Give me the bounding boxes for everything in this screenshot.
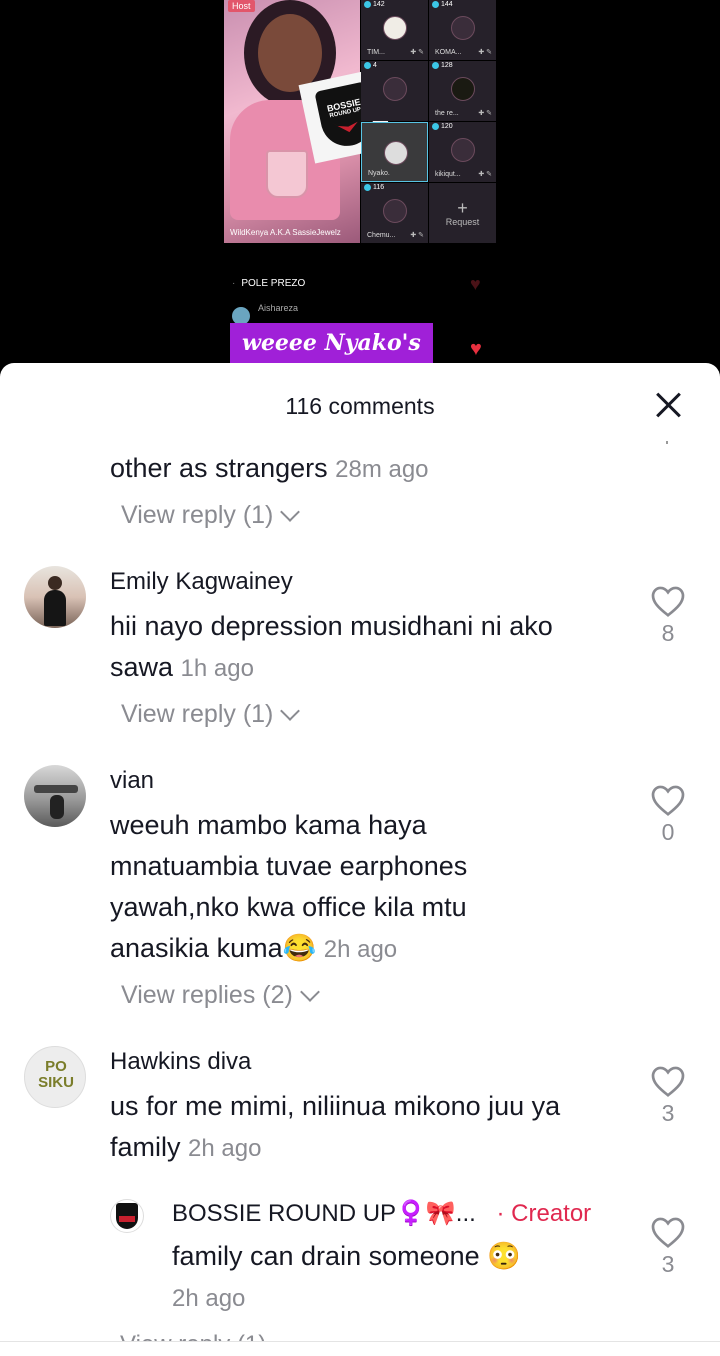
comment-time: 2h ago — [323, 936, 398, 963]
chevron-down-icon — [280, 700, 301, 721]
host-image-figure — [258, 14, 322, 92]
reply-username[interactable]: BOSSIE ROUND UP♀️🎀... · Creator — [172, 1199, 591, 1228]
comment-username[interactable]: vian — [110, 767, 154, 795]
viewer-dot-icon — [364, 62, 371, 69]
heart-outline-icon — [651, 1066, 685, 1097]
like-button[interactable]: 8 — [643, 584, 693, 647]
guest-label: KOMA... — [435, 49, 462, 56]
guest-tile-4[interactable]: 128 the re... ✚ ✎ — [429, 61, 496, 121]
like-count: 8 — [661, 620, 675, 646]
like-button[interactable]: 3 — [643, 1064, 693, 1127]
view-replies-button[interactable]: View reply (1) — [121, 501, 301, 530]
mic-icon: ✚ ✎ — [478, 49, 492, 56]
shield-icon — [116, 1203, 138, 1229]
heart-outline-icon — [651, 785, 685, 816]
guest-tile-7[interactable]: 116 Chemu... ✚ ✎ — [361, 183, 428, 243]
close-icon[interactable] — [654, 391, 682, 419]
viewer-dot-icon — [432, 1, 439, 8]
reply-time: 2h ago — [172, 1285, 246, 1312]
viewer-count: 120 — [432, 123, 453, 130]
comment-time: 28m ago — [335, 456, 429, 483]
avatar[interactable]: PO SIKU — [24, 1046, 86, 1108]
mic-icon: ✚ ✎ — [478, 110, 492, 117]
view-replies-button[interactable]: View replies (2) — [121, 981, 320, 1010]
input-divider — [0, 1341, 720, 1342]
viewer-count: 128 — [432, 62, 453, 69]
avatar[interactable] — [24, 765, 86, 827]
creator-avatar[interactable] — [110, 1199, 144, 1233]
creator-badge: · Creator — [496, 1200, 592, 1227]
host-badge: Host — [228, 0, 255, 12]
guest-label: the re... — [435, 110, 459, 117]
comment-time: 2h ago — [188, 1135, 262, 1162]
guest-tile-3[interactable]: 4 — [361, 61, 428, 121]
mic-icon: ✚ ✎ — [410, 232, 424, 239]
guest-avatar — [384, 141, 408, 165]
comment-text: weeuh mambo kama haya mnatuambia tuvae e… — [110, 810, 468, 963]
view-replies-button[interactable]: View reply (1) — [120, 1333, 266, 1341]
overlay-sticker: weeee Nyako's — [230, 323, 433, 363]
like-count: 0 — [661, 819, 675, 845]
chat-username: Aishareza — [258, 303, 299, 313]
plus-icon: + — [457, 198, 468, 218]
viewer-dot-icon — [364, 184, 371, 191]
heart-icon[interactable]: ♥ — [470, 338, 482, 361]
like-count: 3 — [661, 1251, 675, 1277]
host-image-cup — [266, 150, 308, 198]
comment-time: 1h ago — [180, 655, 254, 682]
request-tile[interactable]: + Request — [429, 183, 496, 243]
comments-count-title: 116 comments — [285, 393, 435, 419]
heart-icon: ♥ — [470, 274, 481, 294]
chevron-down-icon — [280, 501, 301, 522]
comment-username[interactable]: Hawkins diva — [110, 1048, 251, 1076]
viewer-count: 116 — [364, 184, 384, 191]
guest-avatar — [383, 16, 407, 40]
viewer-count: 142 — [364, 1, 385, 8]
guest-tile-2[interactable]: 144 KOMA... ✚ ✎ — [429, 0, 496, 60]
viewer-dot-icon — [364, 1, 371, 8]
host-name: WildKenya A.K.A SassieJewelz — [230, 228, 341, 237]
avatar[interactable] — [24, 566, 86, 628]
guest-avatar — [383, 199, 407, 223]
comment-text: other as strangers 28m ago — [110, 453, 429, 483]
live-chat: · POLE PREZO Aishareza — [232, 278, 306, 325]
viewer-count: 144 — [432, 1, 453, 8]
viewer-count: 4 — [364, 62, 377, 69]
chevron-down-icon — [299, 981, 320, 1002]
guest-label: Nyako. — [368, 170, 390, 177]
chat-message: POLE PREZO — [241, 278, 306, 289]
comment-text: hii nayo depression musidhani ni ako saw… — [110, 611, 553, 682]
guest-avatar — [451, 16, 475, 40]
guest-avatar — [451, 77, 475, 101]
like-button[interactable]: 0 — [643, 783, 693, 846]
viewer-dot-icon — [432, 123, 439, 130]
guest-avatar — [451, 138, 475, 162]
scroll-indicator — [666, 441, 668, 444]
avatar-text: PO SIKU — [38, 1058, 74, 1091]
comment-username[interactable]: Emily Kagwainey — [110, 568, 293, 596]
guest-grid: Host WildKenya A.K.A SassieJewelz BOSSIE… — [224, 0, 496, 243]
guest-avatar — [383, 77, 407, 101]
heart-outline-icon — [651, 1217, 685, 1248]
guest-label: kikiqut... — [435, 171, 461, 178]
view-replies-button[interactable]: View reply (1) — [121, 700, 301, 729]
guest-label: TIM... — [367, 49, 385, 56]
mic-icon: ✚ ✎ — [478, 171, 492, 178]
guest-tile-6[interactable]: 120 kikiqut... ✚ ✎ — [429, 122, 496, 182]
mic-icon: ✚ ✎ — [410, 49, 424, 56]
live-video[interactable]: Host WildKenya A.K.A SassieJewelz BOSSIE… — [0, 0, 720, 380]
viewer-dot-icon — [432, 62, 439, 69]
like-count: 3 — [661, 1100, 675, 1126]
guest-tile-1[interactable]: 142 TIM... ✚ ✎ — [361, 0, 428, 60]
comment-text: us for me mimi, niliinua mikono juu ya f… — [110, 1091, 561, 1162]
comments-sheet: 116 comments other as strangers 28m ago … — [0, 363, 720, 1356]
reply-text: family can drain someone 😳 — [172, 1241, 521, 1271]
guest-tile-5[interactable]: Nyako. — [361, 122, 428, 182]
heart-outline-icon — [651, 586, 685, 617]
like-button[interactable]: 3 — [643, 1215, 693, 1278]
guest-label: Chemu... — [367, 232, 396, 239]
request-label: Request — [445, 217, 480, 227]
